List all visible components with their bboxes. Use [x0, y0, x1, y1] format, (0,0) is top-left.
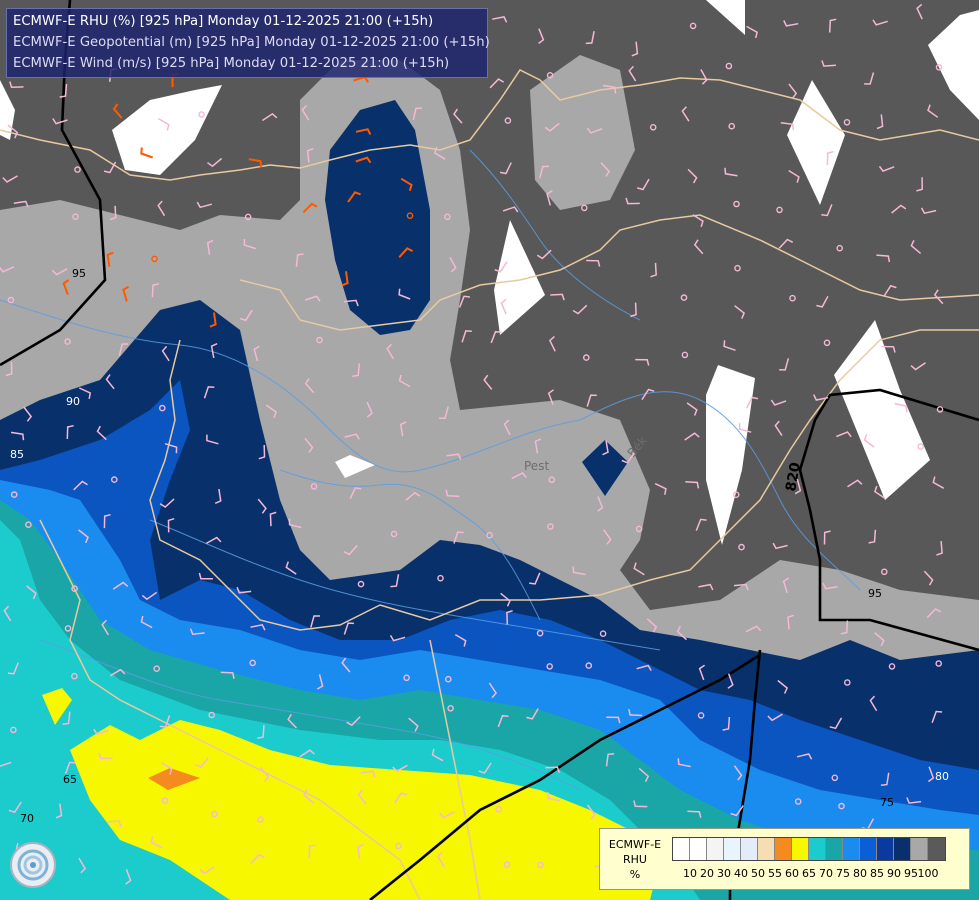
title-wind: ECMWF-E Wind (m/s) [925 hPa] Monday 01-1…	[13, 56, 450, 71]
legend-swatch	[707, 838, 724, 860]
legend-tick-label: 95	[904, 867, 918, 880]
legend-swatch	[741, 838, 758, 860]
title-geopotential: ECMWF-E Geopotential (m) [925 hPa] Monda…	[13, 35, 490, 50]
label-contour-90: 90	[66, 395, 80, 408]
legend-tick-label: 65	[802, 867, 816, 880]
legend-swatch	[843, 838, 860, 860]
legend-tick-label: 50	[751, 867, 765, 880]
label-contour-95-b: 95	[868, 587, 882, 600]
legend-title-model: ECMWF-E	[608, 838, 662, 851]
legend-title: ECMWF-E RHU %	[604, 837, 666, 882]
legend-tick-label: 90	[887, 867, 901, 880]
legend-tick-label: 60	[785, 867, 799, 880]
title-rhu: ECMWF-E RHU (%) [925 hPa] Monday 01-12-2…	[13, 14, 434, 29]
legend-tick-label: 55	[768, 867, 782, 880]
weather-map: Pest Bék 820 95 90 85 95 80 75 65 70 ECM…	[0, 0, 979, 900]
legend-swatch	[792, 838, 809, 860]
legend-swatch	[826, 838, 843, 860]
legend-tick-label: 75	[836, 867, 850, 880]
legend-swatch	[809, 838, 826, 860]
label-contour-95-a: 95	[72, 267, 86, 280]
label-contour-70: 70	[20, 812, 34, 825]
legend-tick-label: 40	[734, 867, 748, 880]
legend-title-variable: RHU	[623, 853, 647, 866]
legend-swatch	[775, 838, 792, 860]
legend-swatch	[860, 838, 877, 860]
rhu-legend: ECMWF-E RHU % 10 20 30 40 50 55 60 65 70 75 80 85 90…	[599, 828, 970, 890]
legend-tick-label: 10	[683, 867, 697, 880]
label-contour-65: 65	[63, 773, 77, 786]
ecmwf-swirl-icon	[10, 842, 56, 888]
legend-swatch	[911, 838, 928, 860]
legend-swatch	[928, 838, 945, 860]
legend-tick-label: 100	[917, 867, 939, 880]
legend-swatch	[673, 838, 690, 860]
legend-swatch	[894, 838, 911, 860]
label-contour-80: 80	[935, 770, 949, 783]
legend-color-scale	[672, 837, 946, 861]
legend-tick-label: 30	[717, 867, 731, 880]
legend-tick-label: 20	[700, 867, 714, 880]
label-city-pest: Pest	[524, 459, 549, 473]
label-contour-75: 75	[880, 796, 894, 809]
legend-swatch	[690, 838, 707, 860]
rhu-map-canvas: Pest Bék 820 95 90 85 95 80 75 65 70	[0, 0, 979, 900]
legend-swatch	[724, 838, 741, 860]
legend-swatch	[758, 838, 775, 860]
legend-tick-label: 70	[819, 867, 833, 880]
legend-title-unit: %	[629, 868, 641, 881]
legend-tick-label: 85	[870, 867, 884, 880]
legend-tick-label: 80	[853, 867, 867, 880]
legend-swatch	[877, 838, 894, 860]
legend-tick-labels: 10 20 30 40 50 55 60 65 70 75 80 85 90 95 100	[672, 867, 962, 881]
label-contour-85: 85	[10, 448, 24, 461]
map-title-box: ECMWF-E RHU (%) [925 hPa] Monday 01-12-2…	[6, 8, 490, 78]
